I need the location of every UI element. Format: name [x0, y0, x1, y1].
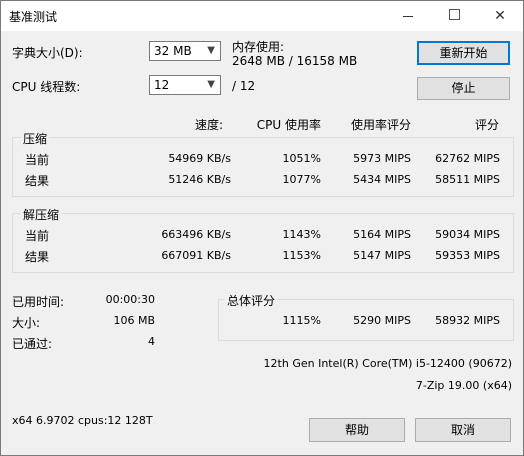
memory-value: 2648 MB / 16158 MB: [232, 54, 358, 68]
compress-result-rating: 58511 MIPS: [435, 173, 500, 186]
compress-result-cpu: 1077%: [282, 173, 321, 186]
dict-size-select[interactable]: 32 MB ▼: [149, 41, 221, 61]
compress-current-rating: 62762 MIPS: [435, 152, 500, 165]
window-title: 基准测试: [9, 10, 58, 24]
decompress-current-usage: 5164 MIPS: [353, 228, 411, 241]
threads-total: / 12: [232, 79, 256, 93]
size-value: 106 MB: [113, 314, 155, 327]
decompress-result-speed: 667091 KB/s: [161, 249, 231, 262]
close-icon: ✕: [494, 8, 506, 24]
benchmark-window: 基准测试 ✕ 字典大小(D): 32 MB ▼ 内存使用: 2648 MB / …: [0, 0, 524, 456]
threads-value: 12: [154, 78, 170, 92]
passed-label: 已通过:: [12, 337, 53, 351]
decompress-title: 解压缩: [21, 206, 62, 223]
compress-result-label: 结果: [25, 174, 50, 188]
decompress-current-cpu: 1143%: [282, 228, 321, 241]
total-usage: 5290 MIPS: [353, 314, 411, 327]
title-bar: 基准测试 ✕: [1, 1, 523, 31]
minimize-button[interactable]: [385, 1, 431, 31]
compress-current-cpu: 1051%: [282, 152, 321, 165]
compress-result-usage: 5434 MIPS: [353, 173, 411, 186]
elapsed-value: 00:00:30: [105, 293, 155, 306]
decompress-group: [12, 213, 514, 273]
restart-button[interactable]: 重新开始: [417, 41, 510, 65]
decompress-result-label: 结果: [25, 250, 50, 264]
compress-result-speed: 51246 KB/s: [168, 173, 231, 186]
compress-current-label: 当前: [25, 153, 50, 167]
total-rating: 58932 MIPS: [435, 314, 500, 327]
stop-button[interactable]: 停止: [417, 77, 510, 100]
decompress-result-usage: 5147 MIPS: [353, 249, 411, 262]
maximize-button[interactable]: [431, 1, 477, 31]
total-cpu: 1115%: [282, 314, 321, 327]
help-button[interactable]: 帮助: [309, 418, 405, 442]
cpu-name: 12th Gen Intel(R) Core(TM) i5-12400 (906…: [263, 357, 512, 370]
decompress-current-rating: 59034 MIPS: [435, 228, 500, 241]
elapsed-label: 已用时间:: [12, 295, 65, 309]
compress-current-usage: 5973 MIPS: [353, 152, 411, 165]
threads-label: CPU 线程数:: [12, 80, 81, 94]
compress-current-speed: 54969 KB/s: [168, 152, 231, 165]
dict-size-label: 字典大小(D):: [12, 46, 83, 60]
chevron-down-icon: ▼: [207, 45, 215, 56]
close-button[interactable]: ✕: [477, 1, 523, 31]
minimize-icon: [403, 15, 413, 17]
cancel-button[interactable]: 取消: [415, 418, 511, 442]
col-speed-header: 速度:: [194, 118, 223, 132]
decompress-current-speed: 663496 KB/s: [161, 228, 231, 241]
dict-size-value: 32 MB: [154, 44, 192, 58]
decompress-result-cpu: 1153%: [282, 249, 321, 262]
platform-text: x64 6.9702 cpus:12 128T: [12, 414, 153, 427]
memory-label: 内存使用:: [232, 40, 285, 54]
version-text: 7-Zip 19.00 (x64): [415, 379, 512, 392]
decompress-result-rating: 59353 MIPS: [435, 249, 500, 262]
col-cpu-header: CPU 使用率: [256, 118, 321, 132]
compress-title: 压缩: [21, 130, 50, 147]
col-usage-header: 使用率评分: [350, 118, 411, 132]
threads-select[interactable]: 12 ▼: [149, 75, 221, 95]
chevron-down-icon: ▼: [207, 79, 215, 90]
passed-value: 4: [148, 335, 155, 348]
maximize-icon: [448, 9, 460, 20]
decompress-current-label: 当前: [25, 229, 50, 243]
col-rating-header: 评分: [474, 118, 499, 132]
total-rating-title: 总体评分: [225, 292, 278, 309]
size-label: 大小:: [12, 316, 41, 330]
compress-group: [12, 137, 514, 197]
